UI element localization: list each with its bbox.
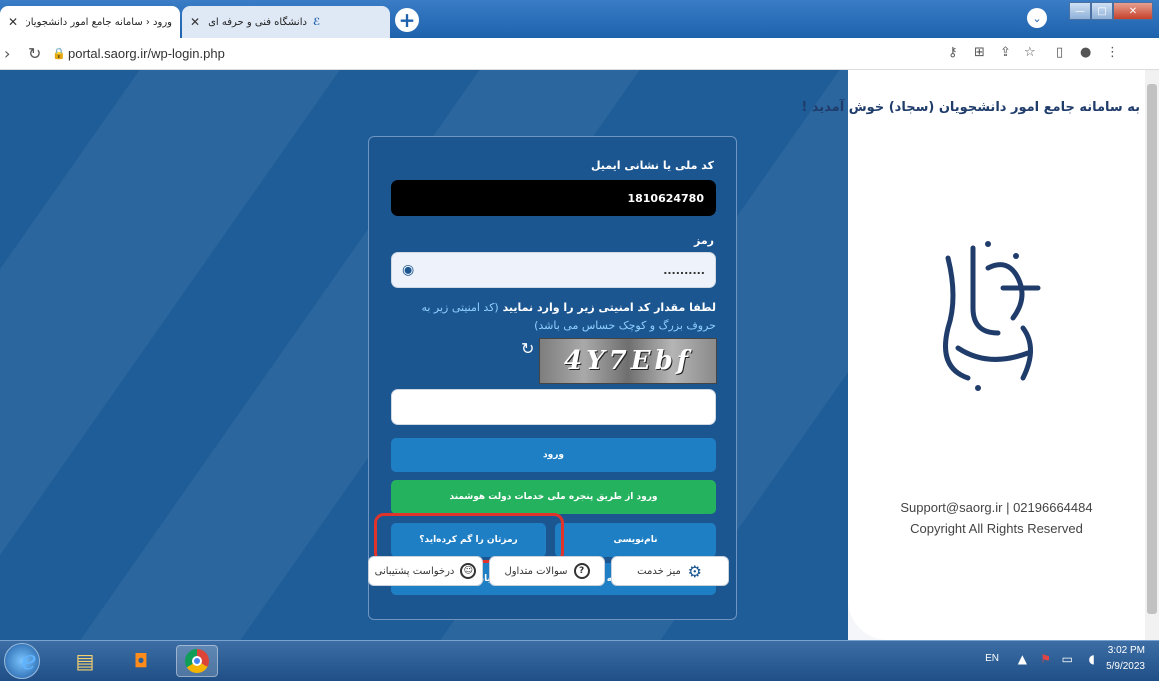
forward-icon[interactable]: › xyxy=(4,44,10,63)
file-explorer-icon[interactable]: ▤ xyxy=(64,645,106,677)
signup-button[interactable]: نام‌نویسی xyxy=(555,523,716,557)
media-player-icon[interactable]: ◘ xyxy=(120,645,162,677)
tab-favicon-icon: ℰ xyxy=(312,16,321,28)
widget-label: درخواست پشتیبانی xyxy=(374,565,455,577)
browser-tab-bar: ورود ‹ سامانه جامع امور دانشجویان (سجا ✕… xyxy=(0,0,1159,38)
chrome-icon[interactable] xyxy=(176,645,218,677)
profile-icon[interactable]: ● xyxy=(1080,45,1091,60)
password-label: رمز xyxy=(694,234,714,247)
welcome-text: به سامانه جامع امور دانشجویان (سجاد) خوش… xyxy=(801,100,1140,115)
language-indicator[interactable]: EN xyxy=(985,653,999,664)
username-label: کد ملی یا نشانی ایمیل xyxy=(590,159,714,172)
menu-icon[interactable]: ⋮ xyxy=(1106,45,1119,60)
tab-title: ورود ‹ سامانه جامع امور دانشجویان (سجا xyxy=(26,16,172,28)
widget-label: میز خدمت xyxy=(637,565,681,577)
maximize-button[interactable]: □ xyxy=(1091,2,1113,20)
tab-university[interactable]: ℰ دانشگاه فنی و حرفه ای ✕ xyxy=(182,6,390,38)
password-value: .......... xyxy=(663,263,705,277)
captcha-input[interactable] xyxy=(391,389,716,425)
volume-icon[interactable]: ◖ xyxy=(1089,652,1095,666)
clock-date[interactable]: 5/9/2023 xyxy=(1106,661,1145,672)
support-contact: Support@saorg.ir | 02196664484 xyxy=(900,500,1093,515)
close-icon[interactable]: ✕ xyxy=(190,15,200,29)
window-controls: — □ ✕ xyxy=(1069,2,1153,20)
reload-icon[interactable]: ↻ xyxy=(28,44,41,63)
support-icon: ☺ xyxy=(460,563,477,579)
gear-icon: ⚙ xyxy=(687,561,703,581)
url-field[interactable]: portal.saorg.ir/wp-login.php xyxy=(68,46,225,61)
close-icon[interactable]: ✕ xyxy=(8,15,18,29)
captcha-instructions: لطفا مقدار کد امنیتی زیر را وارد نمایید … xyxy=(391,299,716,335)
refresh-captcha-icon[interactable]: ↻ xyxy=(521,339,534,358)
show-hidden-icons-icon[interactable]: ▲ xyxy=(1018,652,1027,666)
tab-title: دانشگاه فنی و حرفه ای xyxy=(208,16,307,28)
captcha-note-main: لطفا مقدار کد امنیتی زیر را وارد نمایید xyxy=(502,301,716,314)
welcome-panel: به سامانه جامع امور دانشجویان (سجاد) خوش… xyxy=(801,70,1145,640)
page-content: کد ملی یا نشانی ایمیل 1810624780 رمز ◉ .… xyxy=(0,70,1145,640)
eye-icon[interactable]: ◉ xyxy=(402,262,414,278)
close-window-button[interactable]: ✕ xyxy=(1113,2,1153,20)
lock-icon[interactable]: 🔒 xyxy=(52,47,66,60)
key-icon[interactable]: ⚷ xyxy=(948,45,958,60)
service-desk-button[interactable]: ⚙ میز خدمت xyxy=(611,556,729,586)
scrollbar-thumb[interactable] xyxy=(1147,84,1157,614)
password-field[interactable]: ◉ .......... xyxy=(391,252,716,288)
share-icon[interactable]: ⇪ xyxy=(1000,45,1011,60)
action-center-icon[interactable]: ⚑ xyxy=(1040,652,1051,666)
network-icon[interactable]: ▭ xyxy=(1062,652,1073,666)
address-bar: › ↻ 🔒 portal.saorg.ir/wp-login.php ⚷ ⊞ ⇪… xyxy=(0,38,1159,70)
chevron-down-icon[interactable]: ⌄ xyxy=(1027,8,1047,28)
minimize-button[interactable]: — xyxy=(1069,2,1091,20)
gov-login-button[interactable]: ورود از طریق پنجره ملی خدمات دولت هوشمند xyxy=(391,480,716,514)
translate-icon[interactable]: ⊞ xyxy=(974,45,985,60)
copyright-text: Copyright All Rights Reserved xyxy=(910,521,1083,536)
username-field[interactable]: 1810624780 xyxy=(391,180,716,216)
captcha-image: 4Y7Ebf xyxy=(539,338,717,384)
windows-taskbar: e ▤ ◘ EN ▲ ⚑ ▭ ◖ 3:02 PM 5/9/2023 xyxy=(0,640,1159,681)
star-icon[interactable]: ☆ xyxy=(1024,45,1036,60)
sidepanel-icon[interactable]: ▯ xyxy=(1056,45,1063,60)
ie-icon[interactable]: e xyxy=(8,645,50,677)
widget-label: سوالات متداول xyxy=(504,565,568,577)
question-icon: ? xyxy=(573,563,590,579)
page-scrollbar[interactable] xyxy=(1145,70,1159,640)
new-tab-button[interactable]: + xyxy=(395,8,419,32)
tab-login[interactable]: ورود ‹ سامانه جامع امور دانشجویان (سجا ✕ xyxy=(0,6,180,38)
clock-time[interactable]: 3:02 PM xyxy=(1108,645,1145,656)
faq-button[interactable]: ? سوالات متداول xyxy=(489,556,605,586)
support-request-button[interactable]: ☺ درخواست پشتیبانی xyxy=(368,556,483,586)
login-button[interactable]: ورود xyxy=(391,438,716,472)
saorg-logo xyxy=(943,241,1041,391)
